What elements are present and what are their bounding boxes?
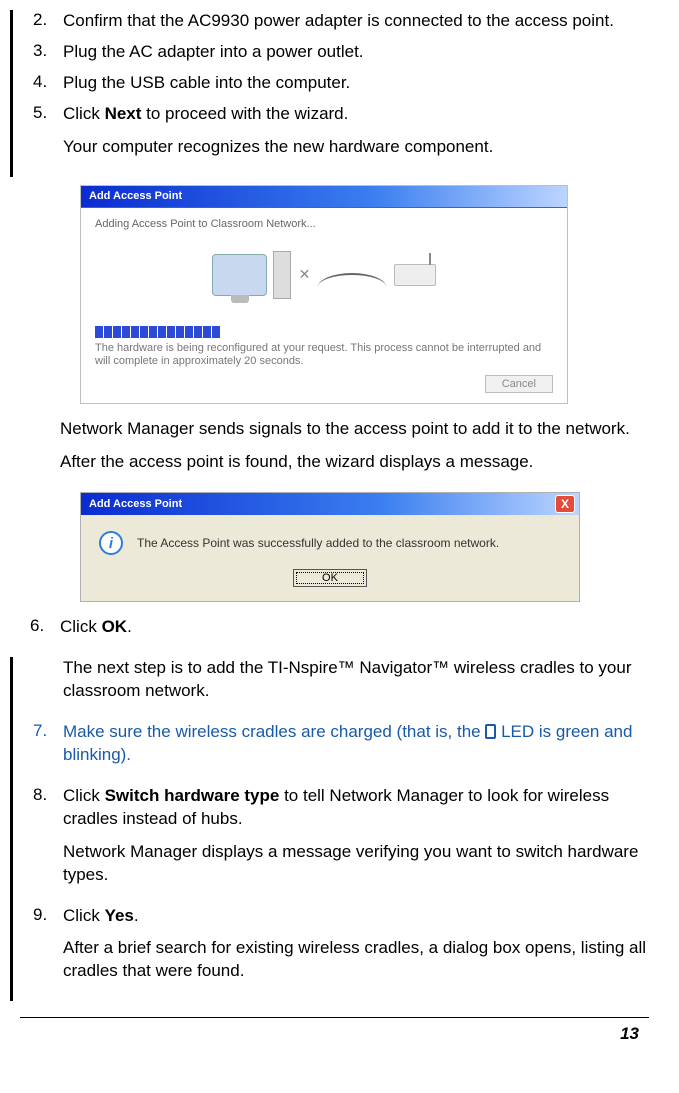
step-number: 5.: [13, 103, 63, 169]
step-text: Plug the AC adapter into a power outlet.: [63, 41, 659, 64]
cancel-button[interactable]: Cancel: [485, 375, 553, 393]
step-number: 4.: [13, 72, 63, 95]
text: After the access point is found, the wiz…: [60, 451, 649, 474]
step-7: 7. Make sure the wireless cradles are ch…: [13, 721, 659, 777]
wizard-dialog-success: Add Access Point X i The Access Point wa…: [80, 492, 580, 602]
text: .: [134, 906, 139, 925]
step-3: 3. Plug the AC adapter into a power outl…: [13, 41, 659, 64]
text: Click: [60, 617, 102, 636]
step-number: 3.: [13, 41, 63, 64]
result-text: Network Manager displays a message verif…: [63, 841, 649, 887]
step-6-result: The next step is to add the TI-Nspire™ N…: [13, 657, 659, 713]
step-number: 9.: [13, 905, 63, 994]
step-8: 8. Click Switch hardware type to tell Ne…: [13, 785, 659, 897]
dialog-illustration: ✕: [95, 230, 553, 320]
monitor-icon: [212, 254, 267, 296]
dialog-title: Add Access Point: [89, 498, 182, 510]
close-button[interactable]: X: [555, 495, 575, 513]
step-text: Plug the USB cable into the computer.: [63, 72, 659, 95]
step-number: 7.: [13, 721, 63, 777]
tower-icon: [273, 251, 291, 299]
bold-text: Yes: [105, 906, 134, 925]
router-icon: [394, 264, 436, 286]
dialog-titlebar: Add Access Point X: [81, 493, 579, 515]
bold-text: Next: [105, 104, 142, 123]
disconnect-x-icon: ✕: [299, 266, 311, 283]
step-text: Click Next to proceed with the wizard. Y…: [63, 103, 659, 169]
step-number: 8.: [13, 785, 63, 897]
dialog-message: The hardware is being reconfigured at yo…: [95, 342, 553, 370]
step-number: 6.: [10, 616, 60, 649]
result-text: Your computer recognizes the new hardwar…: [63, 136, 649, 159]
text: .: [127, 617, 132, 636]
bold-text: OK: [102, 617, 128, 636]
wizard-dialog-progress: Add Access Point Adding Access Point to …: [80, 185, 568, 405]
dialog-message: The Access Point was successfully added …: [137, 536, 499, 550]
step-text: Confirm that the AC9930 power adapter is…: [63, 10, 659, 33]
step-4: 4. Plug the USB cable into the computer.: [13, 72, 659, 95]
text: Click: [63, 104, 105, 123]
result-text: After a brief search for existing wirele…: [63, 937, 649, 983]
page-number: 13: [10, 1018, 659, 1044]
text: Network Manager sends signals to the acc…: [60, 418, 649, 441]
text: Click: [63, 906, 105, 925]
dialog-title: Add Access Point: [89, 190, 182, 202]
step-number: 2.: [13, 10, 63, 33]
progress-bar: [95, 326, 553, 338]
step-2: 2. Confirm that the AC9930 power adapter…: [13, 10, 659, 33]
dialog-status: Adding Access Point to Classroom Network…: [95, 218, 553, 230]
step-6: 6. Click OK.: [10, 616, 659, 649]
text: to proceed with the wizard.: [141, 104, 348, 123]
bold-text: Switch hardware type: [105, 786, 280, 805]
text: Click: [63, 786, 105, 805]
step-5: 5. Click Next to proceed with the wizard…: [13, 103, 659, 169]
info-icon: i: [99, 531, 123, 555]
close-icon: X: [561, 497, 569, 511]
dialog-titlebar: Add Access Point: [81, 186, 567, 208]
cable-icon: [318, 273, 386, 287]
led-icon: [485, 724, 496, 739]
step-5-followup: Network Manager sends signals to the acc…: [10, 418, 659, 484]
ok-button[interactable]: OK: [293, 569, 367, 587]
step-9: 9. Click Yes. After a brief search for e…: [13, 905, 659, 994]
text: Make sure the wireless cradles are charg…: [63, 722, 485, 741]
result-text: The next step is to add the TI-Nspire™ N…: [63, 657, 649, 703]
